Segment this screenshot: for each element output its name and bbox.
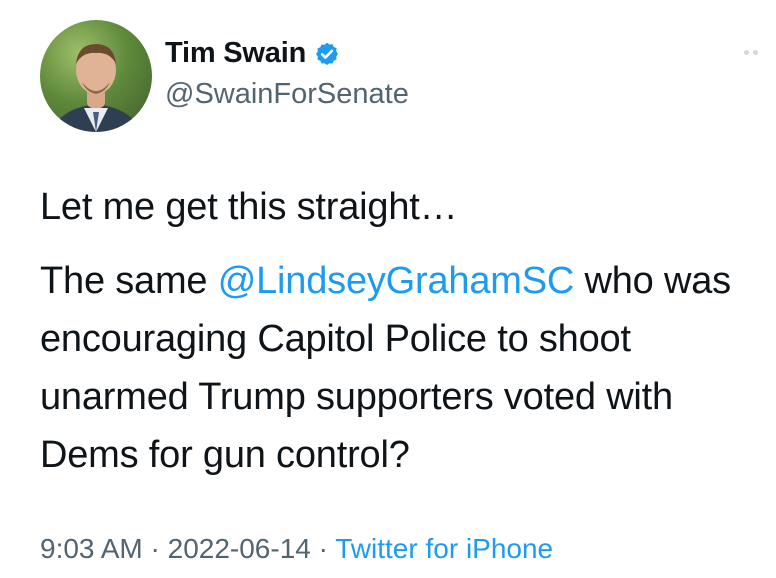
tweet-text-segment: The same xyxy=(40,260,218,302)
profile-photo-icon xyxy=(50,44,142,132)
tweet-paragraph: Let me get this straight… xyxy=(40,186,458,228)
tweet-metadata: 9:03 AM · 2022-06-14 · Twitter for iPhon… xyxy=(40,533,553,565)
tweet-date[interactable]: 2022-06-14 xyxy=(168,533,311,564)
tweet-text: Let me get this straight… The same @Lind… xyxy=(40,178,760,484)
tweet-source-link[interactable]: Twitter for iPhone xyxy=(335,533,553,564)
author-name-row[interactable]: Tim Swain xyxy=(165,37,340,70)
tweet-time[interactable]: 9:03 AM xyxy=(40,533,143,564)
mention-link[interactable]: @LindseyGrahamSC xyxy=(218,260,575,302)
author-handle[interactable]: @SwainForSenate xyxy=(165,78,409,111)
avatar[interactable] xyxy=(40,20,152,132)
author-display-name[interactable]: Tim Swain xyxy=(165,37,306,70)
more-dot-icon xyxy=(744,50,749,55)
tweet-paragraph: The same @LindseyGrahamSC who was encour… xyxy=(40,252,760,484)
more-dot-icon xyxy=(753,50,758,55)
meta-separator: · xyxy=(310,533,336,564)
verified-badge-icon xyxy=(316,42,339,65)
meta-separator: · xyxy=(142,533,168,564)
more-options-button[interactable] xyxy=(744,50,766,56)
